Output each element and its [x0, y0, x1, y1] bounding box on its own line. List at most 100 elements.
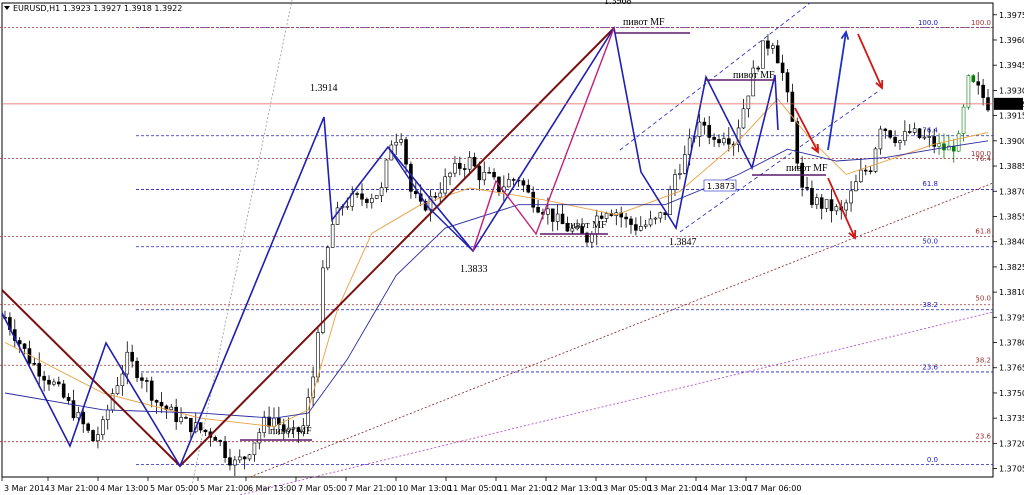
y-tick-label: 1.3900 — [999, 137, 1024, 146]
candle — [482, 171, 487, 181]
x-tick-label: 12 Mar 13:00 — [548, 484, 601, 493]
y-tick-label: 1.3795 — [999, 313, 1024, 322]
candle — [443, 176, 447, 194]
candle — [634, 224, 638, 231]
candle — [404, 139, 408, 165]
candle — [643, 224, 648, 227]
candle — [203, 429, 208, 433]
candle — [604, 213, 609, 219]
candle — [775, 45, 780, 64]
fib-label: 76.4 — [922, 126, 938, 134]
candle — [761, 40, 765, 69]
fib-label-right: 23.6 — [975, 432, 991, 440]
candle — [697, 121, 702, 137]
candle — [849, 190, 853, 204]
candle — [658, 212, 663, 219]
candle — [536, 206, 540, 213]
candle — [795, 121, 800, 164]
y-tick-label: 1.3870 — [999, 187, 1024, 196]
candle — [61, 383, 66, 398]
candle — [526, 184, 531, 193]
candle — [956, 133, 961, 152]
x-tick-label: 3 Mar 2014 — [4, 484, 50, 493]
candle — [922, 136, 927, 139]
x-tick-label: 7 Mar 21:00 — [348, 484, 396, 493]
price-chart[interactable]: 100.076.461.850.038.223.60.0100.0100.076… — [0, 0, 1024, 495]
candle — [555, 213, 560, 222]
candle — [727, 138, 731, 145]
candle — [550, 208, 555, 222]
candle — [815, 197, 819, 205]
candle — [17, 340, 22, 345]
trend-line-violet — [239, 311, 994, 495]
candle — [394, 141, 399, 146]
candle — [228, 457, 232, 466]
candle — [66, 396, 71, 401]
y-tick-label: 1.3960 — [999, 36, 1024, 45]
y-tick-label: 1.3825 — [999, 263, 1024, 272]
candle — [766, 40, 770, 49]
fib-label: 38.2 — [922, 301, 938, 309]
pivot-label: пивот MF — [270, 426, 312, 437]
dropdown-triangle-icon[interactable] — [4, 6, 10, 10]
candle — [213, 437, 218, 441]
candle — [971, 75, 976, 82]
candle — [369, 198, 374, 203]
candle — [981, 84, 985, 98]
y-tick-label: 1.3885 — [999, 162, 1024, 171]
candle — [771, 45, 775, 49]
candle — [819, 197, 824, 209]
candle — [780, 62, 785, 73]
label-low-1: 1.3833 — [460, 264, 488, 275]
candle — [746, 95, 751, 110]
candle — [599, 215, 604, 219]
candle — [487, 171, 491, 174]
forecast-arrow-right — [857, 33, 883, 89]
candle — [399, 139, 403, 143]
candle — [717, 139, 721, 144]
candle — [590, 233, 594, 243]
candle — [37, 363, 42, 377]
fib-label-right: 61.8 — [975, 227, 991, 235]
candle — [976, 81, 981, 86]
candle — [81, 412, 86, 425]
candle — [453, 162, 457, 174]
candle — [384, 159, 389, 188]
candle — [414, 191, 418, 195]
candle — [379, 187, 384, 196]
x-tick-label: 13 Mar 21:00 — [648, 484, 701, 493]
candle — [824, 199, 829, 209]
candle — [859, 169, 863, 183]
candle — [873, 148, 878, 172]
x-tick-label: 4 Mar 13:00 — [100, 484, 148, 493]
fib-label-right: 50.0 — [975, 295, 991, 303]
candle — [438, 192, 443, 198]
x-tick-label: 11 Mar 21:00 — [498, 484, 551, 493]
candle — [868, 170, 873, 173]
candle — [673, 174, 677, 190]
candle — [810, 188, 814, 205]
candle — [184, 417, 188, 419]
candle — [883, 128, 888, 131]
y-tick-label: 1.3945 — [999, 61, 1024, 70]
candle — [805, 187, 809, 189]
x-tick-label: 11 Mar 05:00 — [448, 484, 501, 493]
candle — [120, 373, 125, 387]
y-tick-label: 1.3810 — [999, 288, 1024, 297]
candle — [159, 401, 164, 407]
candle — [927, 136, 932, 138]
fib-label: 50.0 — [922, 237, 938, 245]
candle — [917, 128, 922, 139]
candle — [130, 351, 134, 362]
y-tick-label: 1.3975 — [999, 11, 1024, 20]
candle — [149, 380, 154, 401]
candle — [47, 379, 51, 385]
candle — [448, 172, 452, 178]
fib-label-right: 38.2 — [975, 357, 991, 365]
fib-label-right: 76.4 — [975, 155, 991, 163]
candle — [223, 441, 227, 459]
candle — [741, 108, 746, 129]
candle — [247, 454, 252, 460]
candle — [105, 409, 110, 420]
candle — [624, 216, 628, 220]
